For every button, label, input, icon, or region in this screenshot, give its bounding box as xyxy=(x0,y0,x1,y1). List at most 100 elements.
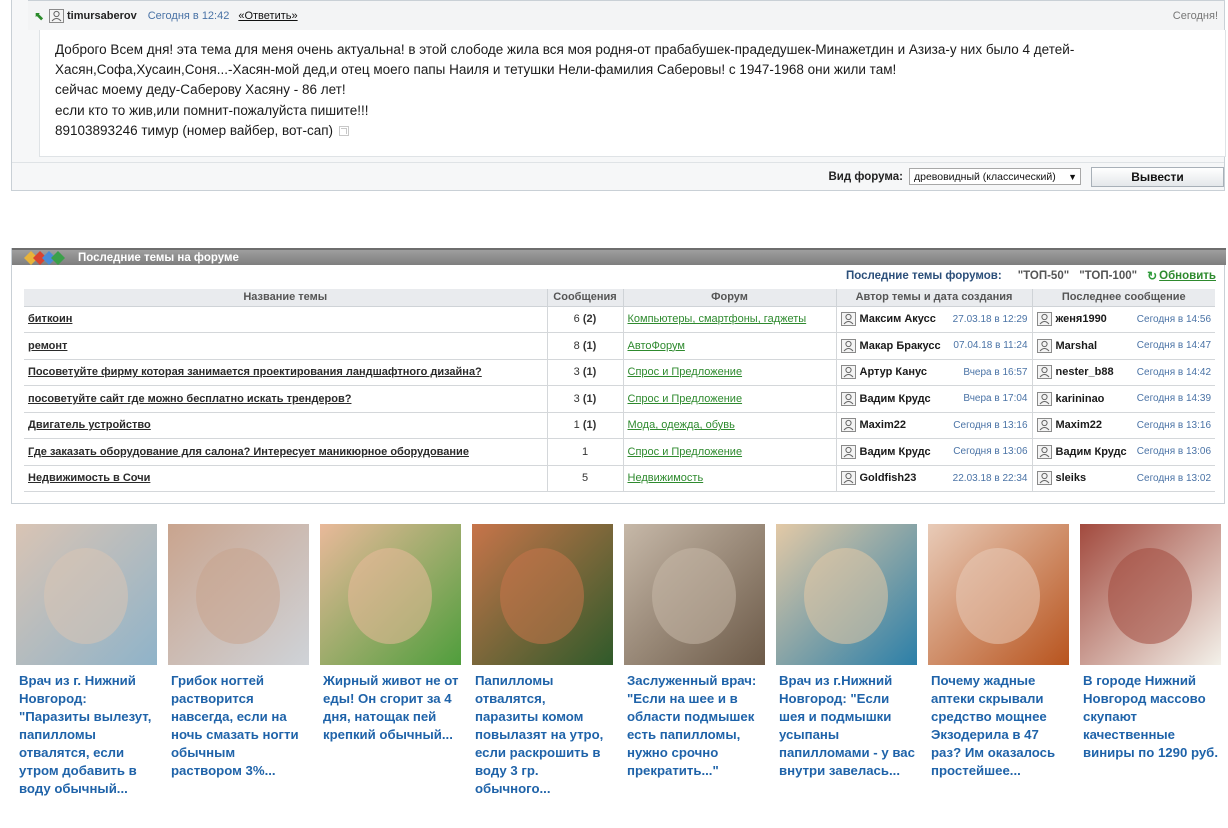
topic-forum-cell: Компьютеры, смартфоны, гаджеты xyxy=(623,306,837,333)
ad-text[interactable]: Грибок ногтей растворится навсегда, если… xyxy=(168,672,309,780)
post-line: сейчас моему деду-Саберову Хасяну - 86 л… xyxy=(55,82,346,98)
topic-title-cell: посоветуйте сайт где можно бесплатно иск… xyxy=(24,385,548,413)
topic-forum-link[interactable]: Компьютеры, смартфоны, гаджеты xyxy=(628,313,807,325)
topic-title-link[interactable]: ремонт xyxy=(28,340,67,352)
reply-arrow-icon[interactable]: ⬉ xyxy=(30,9,48,23)
topic-last-user[interactable]: nester_b88 xyxy=(1056,366,1114,378)
topic-title-cell: ремонт xyxy=(24,332,548,360)
topic-author-cell: Вадим Крудс Вчера в 17:04 xyxy=(836,385,1033,413)
ad-card[interactable]: Жирный живот не от еды! Он сгорит за 4 д… xyxy=(320,524,461,744)
topic-forum-cell: Мода, одежда, обувь xyxy=(623,412,837,439)
topic-messages-cell: 3 (1) xyxy=(547,359,624,386)
topic-author-name[interactable]: Goldfish23 xyxy=(860,472,917,484)
topic-last-message-cell: Maxim22 Сегодня в 13:16 xyxy=(1032,412,1215,439)
topic-forum-link[interactable]: Мода, одежда, обувь xyxy=(628,419,735,431)
user-icon xyxy=(840,391,856,406)
external-link-icon[interactable] xyxy=(339,126,350,137)
topic-message-count: 8 xyxy=(573,339,580,352)
topic-title-cell: Где заказать оборудование для салона? Ин… xyxy=(24,438,548,466)
topic-forum-link[interactable]: Спрос и Предложение xyxy=(628,366,743,378)
user-icon xyxy=(1036,365,1052,380)
ad-card[interactable]: Почему жадные аптеки скрывали средство м… xyxy=(928,524,1069,780)
ad-text[interactable]: Жирный живот не от еды! Он сгорит за 4 д… xyxy=(320,672,461,744)
topic-forum-link[interactable]: Спрос и Предложение xyxy=(628,446,743,458)
ad-card[interactable]: Папилломы отвалятся, паразиты комом повы… xyxy=(472,524,613,798)
topic-title-link[interactable]: Двигатель устройство xyxy=(28,419,151,431)
topic-author-name[interactable]: Максим Акусс xyxy=(860,313,936,325)
topic-messages-cell: 1 (1) xyxy=(547,412,624,439)
ad-card[interactable]: Врач из г. Нижний Новгород: "Паразиты вы… xyxy=(16,524,157,798)
topic-title-link[interactable]: Недвижимость в Сочи xyxy=(28,472,150,484)
ad-text[interactable]: Папилломы отвалятся, паразиты комом повы… xyxy=(472,672,613,798)
topic-last-message-cell: Marshal Сегодня в 14:47 xyxy=(1032,332,1215,360)
ad-text[interactable]: Врач из г. Нижний Новгород: "Паразиты вы… xyxy=(16,672,157,798)
topic-last-message-cell: nester_b88 Сегодня в 14:42 xyxy=(1032,359,1215,386)
forum-view-select[interactable]: древовидный (классический) ▼ xyxy=(909,168,1081,185)
ad-text[interactable]: Заслуженный врач: "Если на шее и в облас… xyxy=(624,672,765,780)
col-title: Название темы xyxy=(24,289,548,307)
topic-new-count: (1) xyxy=(582,419,597,432)
ad-image[interactable] xyxy=(1080,524,1221,665)
ad-image[interactable] xyxy=(168,524,309,665)
topic-author-name[interactable]: Вадим Крудс xyxy=(860,446,931,458)
ad-text[interactable]: Врач из г.Нижний Новгород: "Если шея и п… xyxy=(776,672,917,780)
post-date: Сегодня в 12:42 xyxy=(147,9,230,22)
topic-last-date: Сегодня в 13:06 xyxy=(1136,446,1211,458)
topic-last-user[interactable]: sleiks xyxy=(1056,472,1087,484)
reply-link[interactable]: «Ответить» xyxy=(238,10,297,22)
latest-forum-topics-label: Последние темы форумов: xyxy=(845,270,1002,282)
topic-forum-link[interactable]: Спрос и Предложение xyxy=(628,393,743,405)
latest-topics-title: Последние темы на форуме xyxy=(78,251,239,264)
top100-link[interactable]: "ТОП-100" xyxy=(1079,270,1137,282)
topic-title-link[interactable]: Где заказать оборудование для салона? Ин… xyxy=(28,446,469,458)
ad-image[interactable] xyxy=(928,524,1069,665)
forum-view-label: Вид форума: xyxy=(828,170,903,183)
topic-last-user[interactable]: женя1990 xyxy=(1056,313,1107,325)
ad-image[interactable] xyxy=(472,524,613,665)
topic-author-cell: Goldfish23 22.03.18 в 22:34 xyxy=(836,465,1033,492)
topic-new-count: (1) xyxy=(582,392,597,405)
topic-title-link[interactable]: посоветуйте сайт где можно бесплатно иск… xyxy=(28,393,351,405)
topic-messages-cell: 6 (2) xyxy=(547,306,624,333)
topic-title-link[interactable]: биткоин xyxy=(28,313,72,325)
ad-card[interactable]: Врач из г.Нижний Новгород: "Если шея и п… xyxy=(776,524,917,780)
topic-author-name[interactable]: Макар Бракусс xyxy=(860,340,941,352)
topic-last-user[interactable]: Вадим Крудс xyxy=(1056,446,1127,458)
topic-last-user[interactable]: karininao xyxy=(1056,393,1105,405)
topic-author-name[interactable]: Артур Канус xyxy=(860,366,928,378)
ad-card[interactable]: В городе Нижний Новгород массово скупают… xyxy=(1080,524,1221,762)
ad-image[interactable] xyxy=(776,524,917,665)
user-icon xyxy=(840,444,856,459)
topic-last-user[interactable]: Marshal xyxy=(1056,340,1098,352)
ad-image[interactable] xyxy=(16,524,157,665)
topic-last-date: Сегодня в 14:47 xyxy=(1136,340,1211,352)
topic-forum-cell: Спрос и Предложение xyxy=(623,438,837,466)
show-button[interactable]: Вывести xyxy=(1091,166,1224,187)
ad-image[interactable] xyxy=(320,524,461,665)
topic-author-name[interactable]: Вадим Крудс xyxy=(860,393,931,405)
topic-forum-link[interactable]: АвтоФорум xyxy=(628,340,685,352)
topic-last-date: Сегодня в 13:02 xyxy=(1136,472,1211,484)
ad-card[interactable]: Грибок ногтей растворится навсегда, если… xyxy=(168,524,309,780)
diamonds-logo-icon xyxy=(24,250,65,265)
topic-author-name[interactable]: Maxim22 xyxy=(860,419,906,431)
post-author[interactable]: timursaberov xyxy=(67,10,137,22)
post-body: Доброго Всем дня! эта тема для меня очен… xyxy=(39,30,1226,157)
top50-link[interactable]: "ТОП-50" xyxy=(1018,270,1069,282)
latest-topics-header: Последние темы на форуме xyxy=(12,248,1226,265)
latest-topics-panel: Последние темы на форуме Последние темы … xyxy=(11,248,1226,504)
topic-title-link[interactable]: Посоветуйте фирму которая занимается про… xyxy=(28,366,482,378)
topic-last-user[interactable]: Maxim22 xyxy=(1056,419,1102,431)
user-icon xyxy=(840,418,856,433)
topic-message-count: 1 xyxy=(581,445,589,458)
ad-image[interactable] xyxy=(624,524,765,665)
topic-message-count: 6 xyxy=(573,313,580,326)
ad-text[interactable]: В городе Нижний Новгород массово скупают… xyxy=(1080,672,1221,762)
ad-card[interactable]: Заслуженный врач: "Если на шее и в облас… xyxy=(624,524,765,780)
topic-forum-link[interactable]: Недвижимость xyxy=(628,472,704,484)
refresh-icon[interactable]: ↻ xyxy=(1147,269,1157,283)
ad-text[interactable]: Почему жадные аптеки скрывали средство м… xyxy=(928,672,1069,780)
refresh-link[interactable]: Обновить xyxy=(1159,270,1216,282)
post-line: Хасян,Софа,Хусаин,Соня...-Хасян-мой дед,… xyxy=(55,62,897,78)
table-row: биткоин 6 (2) Компьютеры, смартфоны, гадже… xyxy=(24,306,1215,333)
